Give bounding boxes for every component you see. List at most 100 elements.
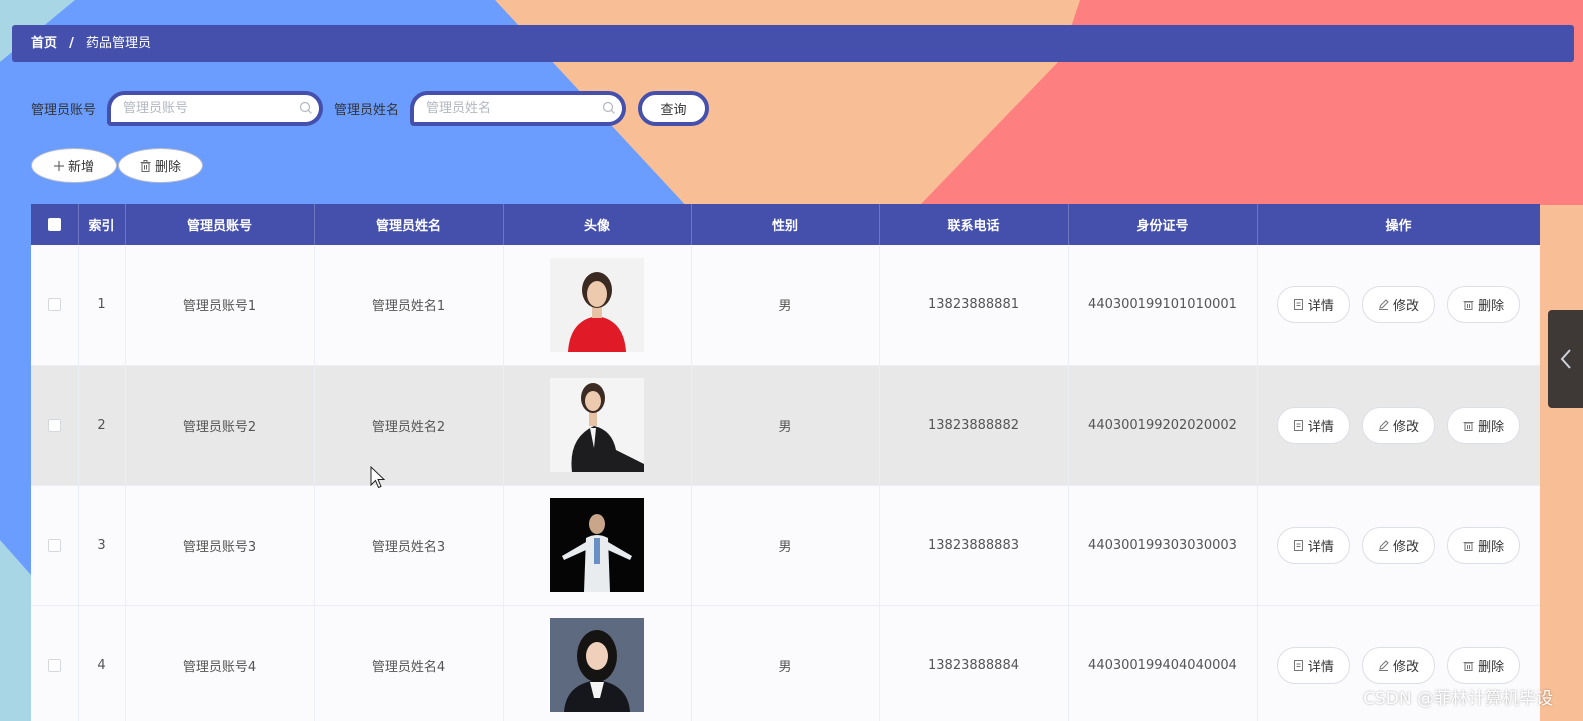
- pencil-icon: [1378, 539, 1389, 551]
- detail-button[interactable]: 详情: [1276, 406, 1350, 444]
- delete-label: 删除: [1478, 659, 1505, 675]
- row-id-card: 440300199404040004: [1068, 605, 1258, 721]
- toolbar: 新增 删除: [31, 148, 203, 183]
- row-checkbox[interactable]: [47, 418, 61, 432]
- select-all-cell: [31, 204, 79, 245]
- trash-icon: [1463, 661, 1474, 671]
- col-header: 性别: [691, 204, 880, 245]
- edit-label: 修改: [1392, 659, 1419, 675]
- breadcrumb-home[interactable]: 首页: [31, 36, 57, 51]
- row-name: 管理员姓名1: [314, 245, 504, 366]
- pencil-icon: [1378, 659, 1389, 671]
- table-row[interactable]: 2 管理员账号2 管理员姓名2 男 13823888882 4403001992…: [31, 365, 1540, 486]
- search-bar: 管理员账号 管理员姓名 查询: [31, 91, 710, 126]
- row-phone: 13823888882: [879, 365, 1069, 486]
- table-header: 索引 管理员账号 管理员姓名 头像 性别 联系电话 身份证号 操作: [31, 204, 1540, 245]
- delete-label: 删除: [1478, 299, 1505, 315]
- name-search-box: [410, 91, 627, 126]
- trash-icon: [140, 159, 151, 172]
- col-header: 身份证号: [1068, 204, 1258, 245]
- edit-button[interactable]: 修改: [1362, 286, 1435, 324]
- trash-icon: [1463, 301, 1474, 311]
- avatar-woman-black-suit: [550, 378, 644, 472]
- row-account: 管理员账号4: [125, 605, 315, 721]
- document-icon: [1293, 299, 1303, 311]
- row-index: 4: [78, 605, 126, 721]
- avatar-man-white-coat: [550, 498, 644, 592]
- breadcrumb-current: 药品管理员: [86, 36, 152, 51]
- row-account: 管理员账号3: [125, 485, 315, 606]
- row-delete-button[interactable]: 删除: [1447, 406, 1521, 444]
- select-all-checkbox[interactable]: [47, 218, 61, 231]
- trash-icon: [1463, 421, 1474, 431]
- col-header: 操作: [1257, 204, 1540, 245]
- breadcrumb-separator: /: [69, 36, 74, 51]
- col-header: 头像: [503, 204, 692, 245]
- row-checkbox[interactable]: [47, 538, 61, 552]
- edit-label: 修改: [1392, 299, 1419, 315]
- name-label: 管理员姓名: [334, 103, 400, 118]
- account-search-box: [107, 91, 324, 126]
- delete-label: 删除: [1478, 419, 1505, 435]
- detail-button[interactable]: 详情: [1276, 286, 1350, 324]
- pencil-icon: [1378, 299, 1389, 311]
- admin-table: 索引 管理员账号 管理员姓名 头像 性别 联系电话 身份证号 操作 1 管理员账…: [31, 204, 1540, 721]
- detail-label: 详情: [1307, 419, 1334, 435]
- row-account: 管理员账号2: [125, 365, 315, 486]
- add-button-label: 新增: [67, 160, 94, 175]
- row-name: 管理员姓名2: [314, 365, 504, 486]
- document-icon: [1293, 539, 1303, 551]
- query-button[interactable]: 查询: [638, 91, 710, 126]
- chevron-left-icon: [1560, 349, 1571, 369]
- detail-label: 详情: [1307, 659, 1334, 675]
- row-id-card: 440300199303030003: [1068, 485, 1258, 606]
- row-delete-button[interactable]: 删除: [1447, 646, 1521, 684]
- edit-button[interactable]: 修改: [1362, 526, 1435, 564]
- edit-label: 修改: [1392, 539, 1419, 555]
- name-search-input[interactable]: [414, 95, 585, 122]
- row-gender: 男: [691, 365, 880, 486]
- detail-label: 详情: [1307, 539, 1334, 555]
- avatar-woman-dark-hair: [550, 618, 644, 712]
- detail-button[interactable]: 详情: [1276, 526, 1350, 564]
- row-id-card: 440300199202020002: [1068, 365, 1258, 486]
- watermark: CSDN @菲林计算机毕设: [1363, 689, 1553, 709]
- row-name: 管理员姓名3: [314, 485, 504, 606]
- account-search-input[interactable]: [111, 95, 282, 122]
- detail-button[interactable]: 详情: [1276, 646, 1350, 684]
- row-gender: 男: [691, 605, 880, 721]
- row-delete-button[interactable]: 删除: [1447, 526, 1521, 564]
- col-header: 管理员姓名: [314, 204, 504, 245]
- add-button[interactable]: 新增: [31, 148, 117, 183]
- breadcrumb: 首页 / 药品管理员: [12, 25, 1574, 62]
- row-index: 2: [78, 365, 126, 486]
- row-checkbox[interactable]: [47, 658, 61, 672]
- row-id-card: 440300199101010001: [1068, 245, 1258, 366]
- edit-label: 修改: [1392, 419, 1419, 435]
- col-header: 联系电话: [879, 204, 1069, 245]
- table-row[interactable]: 1 管理员账号1 管理员姓名1 男 13823888881 4403001991…: [31, 245, 1540, 366]
- row-phone: 13823888881: [879, 245, 1069, 366]
- account-label: 管理员账号: [31, 103, 97, 118]
- table-row[interactable]: 4 管理员账号4 管理员姓名4 男 13823888884 4403001994…: [31, 605, 1540, 721]
- document-icon: [1293, 659, 1303, 671]
- delete-button-label: 删除: [154, 160, 181, 175]
- document-icon: [1293, 419, 1303, 431]
- row-index: 1: [78, 245, 126, 366]
- row-delete-button[interactable]: 删除: [1447, 286, 1521, 324]
- plus-icon: [53, 160, 64, 171]
- delete-label: 删除: [1478, 539, 1505, 555]
- search-icon: [602, 101, 615, 114]
- row-index: 3: [78, 485, 126, 606]
- table-row[interactable]: 3 管理员账号3 管理员姓名3 男 13823888883 4403001993…: [31, 485, 1540, 606]
- col-header: 管理员账号: [125, 204, 315, 245]
- mouse-cursor-icon: [370, 466, 386, 489]
- search-icon: [299, 101, 312, 114]
- row-checkbox[interactable]: [47, 298, 61, 312]
- side-collapse-tab[interactable]: [1548, 310, 1583, 408]
- row-gender: 男: [691, 485, 880, 606]
- delete-button[interactable]: 删除: [118, 148, 203, 183]
- trash-icon: [1463, 541, 1474, 551]
- edit-button[interactable]: 修改: [1362, 646, 1435, 684]
- edit-button[interactable]: 修改: [1362, 406, 1435, 444]
